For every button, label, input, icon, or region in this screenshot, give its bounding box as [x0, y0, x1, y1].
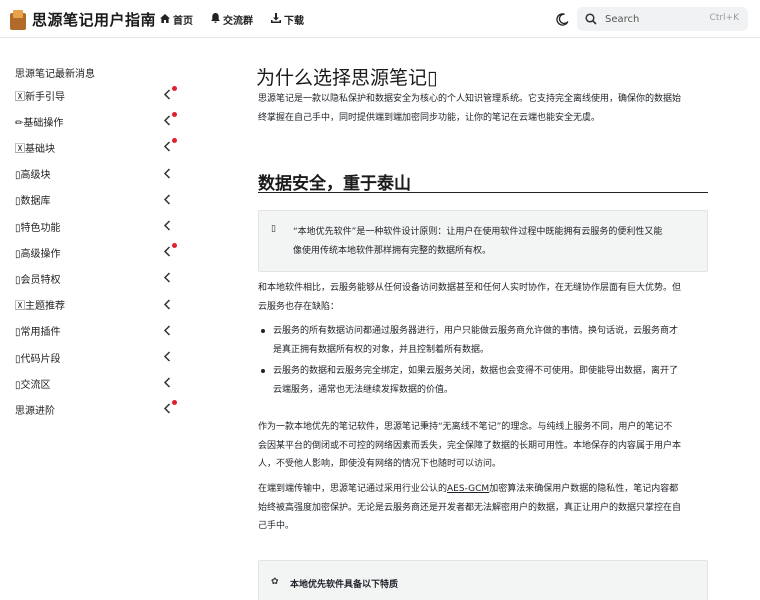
search-input[interactable] — [605, 13, 695, 25]
callout-features: ✿ 本地优先软件具备以下特质 — [258, 560, 708, 600]
intro-line-2: 终掌握在自己手中，同时提供端到端加密同步功能，让你的笔记在云端也能安全无虞。 — [258, 112, 601, 123]
list-item-line-2: 云端服务，通常也无法继续发挥数据的价值。 — [273, 384, 454, 395]
nav-community-label: 交流群 — [223, 16, 253, 27]
chevron-left-icon[interactable] — [163, 299, 173, 311]
chevron-left-icon[interactable] — [163, 115, 173, 127]
siyuan-logo-icon — [10, 9, 26, 30]
cloud-line-1: 和本地软件相比，云服务能够从任何设备访问数据甚至和任何人实时协作，在无缝协作层面… — [258, 283, 682, 293]
notification-dot — [172, 400, 177, 406]
top-nav: 首页 交流群 下载 — [160, 12, 322, 27]
encryption-paragraph: 在端到端传输中，思源笔记通过采用行业公认的AES-GCM加密算法来确保用户数据的… — [258, 480, 710, 536]
notification-dot — [172, 243, 177, 249]
callout-text: “本地优先软件”是一种软件设计原则：让用户在使用软件过程中既能拥有云服务的便利性… — [293, 223, 693, 260]
sidebar: 思源笔记最新消息 🅇新手引导 ✏基础操作 🅇基础块 ▯高级块 ▯数据库 ▯特色功能 ▯高级操… — [0, 39, 190, 600]
section-heading: 数据安全，重于泰山 — [258, 174, 411, 194]
intro-line-1: 思源笔记是一款以隐私保护和数据安全为核心的个人知识管理系统。它支持完全离线使用，… — [258, 94, 682, 104]
search-icon — [585, 13, 597, 25]
sidebar-item[interactable]: ✏基础操作 — [15, 112, 177, 130]
cloud-line-2: 云服务也存在缺陷： — [258, 301, 340, 312]
encryption-line-1: 在端到端传输中，思源笔记通过采用行业公认的AES-GCM加密算法来确保用户数据的… — [258, 480, 710, 499]
sidebar-item[interactable]: ▯高级操作 — [15, 243, 177, 261]
chevron-left-icon[interactable] — [163, 246, 173, 258]
sidebar-item[interactable]: ▯交流区 — [15, 374, 175, 392]
sidebar-item-label: ▯数据库 — [15, 196, 51, 208]
sidebar-item[interactable]: 🅇新手引导 — [15, 86, 177, 104]
callout-local-first: ▯ “本地优先软件”是一种软件设计原则：让用户在使用软件过程中既能拥有云服务的便… — [258, 210, 708, 272]
callout-line-1: “本地优先软件”是一种软件设计原则：让用户在使用软件过程中既能拥有云服务的便利性… — [293, 227, 663, 237]
page-title: 为什么选择思源笔记▯ — [256, 67, 438, 89]
chevron-left-icon[interactable] — [163, 141, 173, 153]
chevron-left-icon[interactable] — [163, 89, 173, 101]
encryption-text-post: 加密算法来确保用户数据的隐私性，笔记内容都 — [489, 484, 679, 494]
sidebar-item-label: 🅇新手引导 — [15, 91, 65, 103]
aes-gcm-link[interactable]: AES-GCM — [447, 484, 489, 494]
chevron-left-icon[interactable] — [163, 194, 173, 206]
chevron-left-icon[interactable] — [163, 403, 173, 415]
offline-line-3: 人，不受他人影响，即使没有网络的情况下也随时可以访问。 — [258, 459, 502, 469]
sidebar-item-label: ✏基础操作 — [15, 117, 64, 129]
encryption-line-2: 始终被高强度加密保护。无论是云服务商还是开发者都无法解密用户的数据，真正让用户的… — [258, 502, 682, 513]
list-item-line-1: 云服务的数据和云服务完全绑定，如果云服务关闭，数据也会变得不可使用。即使能导出数… — [273, 366, 679, 376]
notification-dot — [172, 112, 177, 118]
cloud-paragraph: 和本地软件相比，云服务能够从任何设备访问数据甚至和任何人实时协作，在无缝协作层面… — [258, 279, 710, 316]
site-title[interactable]: 思源笔记用户指南 — [32, 9, 156, 30]
nav-download[interactable]: 下载 — [271, 12, 304, 27]
callout-features-title: 本地优先软件具备以下特质 — [290, 580, 399, 590]
chevron-left-icon[interactable] — [163, 168, 173, 180]
download-icon — [271, 13, 281, 26]
sidebar-item[interactable]: 思源进阶 — [15, 400, 177, 418]
list-item-line-2: 是真正拥有数据所有权的对象，并且控制着所有数据。 — [273, 344, 490, 355]
notification-dot — [172, 86, 177, 91]
nav-community[interactable]: 交流群 — [211, 12, 253, 27]
sidebar-item[interactable]: 🅇主题推荐 — [15, 296, 175, 314]
heading-divider — [258, 192, 708, 193]
home-icon — [160, 13, 170, 26]
sidebar-item[interactable]: ▯代码片段 — [15, 348, 175, 366]
notification-dot — [172, 138, 177, 144]
search-box[interactable]: Ctrl+K — [577, 7, 748, 31]
search-shortcut: Ctrl+K — [709, 13, 739, 23]
offline-paragraph: 作为一款本地优先的笔记软件，思源笔记秉持“无离线不笔记”的理念。与纯线上服务不同… — [258, 418, 710, 474]
nav-home-label: 首页 — [173, 16, 193, 27]
sidebar-item[interactable]: 🅇基础块 — [15, 138, 177, 156]
sidebar-item-label: ▯高级操作 — [15, 248, 61, 260]
theme-toggle-button[interactable] — [553, 10, 571, 28]
sidebar-item[interactable]: ▯高级块 — [15, 165, 175, 183]
chevron-left-icon[interactable] — [163, 377, 173, 389]
moon-icon — [555, 12, 568, 26]
flower-icon: ✿ — [271, 577, 279, 587]
callout-line-2: 像使用传统本地软件那样拥有完整的数据所有权。 — [293, 245, 492, 256]
sidebar-item-label: ▯会员特权 — [15, 274, 61, 286]
chevron-left-icon[interactable] — [163, 220, 173, 232]
sidebar-item-label: ▯常用插件 — [15, 327, 61, 339]
sidebar-item[interactable]: ▯特色功能 — [15, 217, 175, 235]
chevron-left-icon[interactable] — [163, 351, 173, 363]
sidebar-item-label: ▯特色功能 — [15, 222, 61, 234]
sidebar-item-label: 思源进阶 — [15, 405, 55, 417]
offline-line-2: 会因某平台的倒闭或不可控的网络因素而丢失，完全保障了数据的长期可用性。本地保存的… — [258, 440, 682, 451]
sidebar-item[interactable]: ▯会员特权 — [15, 269, 175, 287]
sidebar-item-label: ▯代码片段 — [15, 353, 61, 365]
encryption-text-pre: 在端到端传输中，思源笔记通过采用行业公认的 — [258, 484, 448, 494]
chevron-left-icon[interactable] — [163, 325, 173, 337]
sidebar-item[interactable]: ▯常用插件 — [15, 322, 175, 340]
chevron-left-icon[interactable] — [163, 272, 173, 284]
sidebar-item-label: ▯高级块 — [15, 170, 51, 182]
sidebar-latest-news[interactable]: 思源笔记最新消息 — [15, 65, 95, 80]
brand[interactable]: 思源笔记用户指南 — [10, 9, 156, 30]
list-item-line-1: 云服务的所有数据访问都通过服务器进行，用户只能做云服务商允许做的事情。换句话说，… — [273, 326, 679, 336]
encryption-line-3: 己手中。 — [258, 521, 295, 531]
top-header: 思源笔记用户指南 首页 交流群 下载 Ctrl+K — [0, 0, 760, 38]
sidebar-item-label: ▯交流区 — [15, 379, 51, 391]
sidebar-item-label: 🅇主题推荐 — [15, 301, 65, 313]
nav-download-label: 下载 — [284, 16, 304, 27]
callout-icon: ▯ — [271, 224, 276, 234]
intro-paragraph: 思源笔记是一款以隐私保护和数据安全为核心的个人知识管理系统。它支持完全离线使用，… — [258, 90, 710, 127]
sidebar-item[interactable]: ▯数据库 — [15, 191, 175, 209]
sidebar-item-label: 🅇基础块 — [15, 143, 55, 155]
offline-line-1: 作为一款本地优先的笔记软件，思源笔记秉持“无离线不笔记”的理念。与纯线上服务不同… — [258, 422, 673, 432]
bell-icon — [211, 13, 220, 26]
nav-home[interactable]: 首页 — [160, 12, 193, 27]
